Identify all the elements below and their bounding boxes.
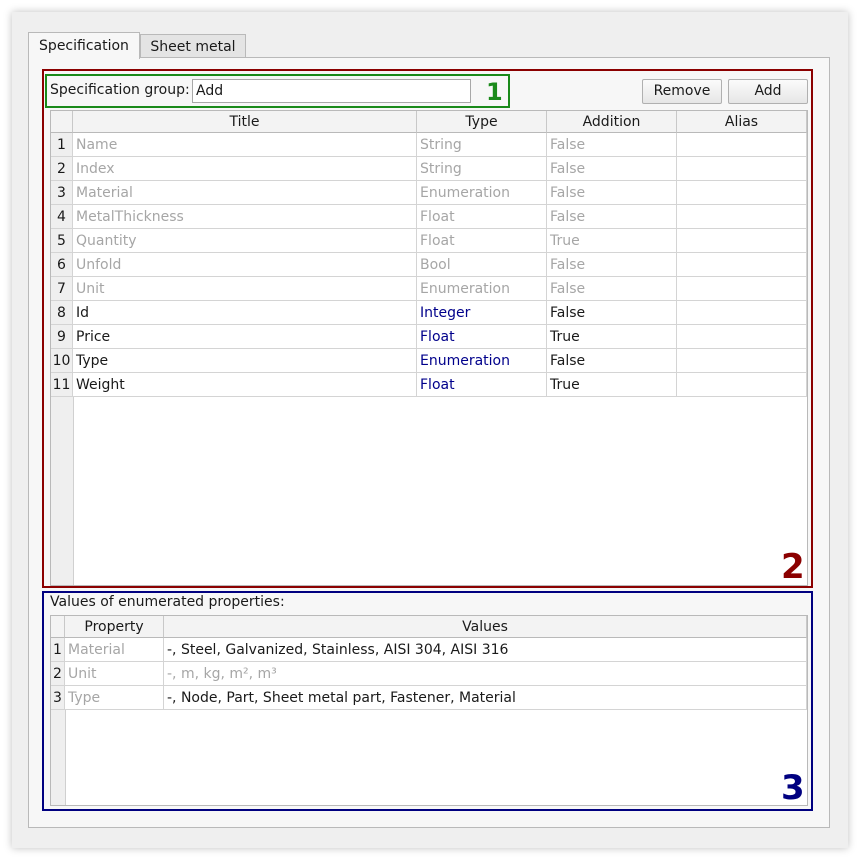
cell-alias[interactable]: [677, 277, 807, 301]
specification-group-input[interactable]: [192, 79, 471, 103]
cell-values[interactable]: -, Steel, Galvanized, Stainless, AISI 30…: [164, 638, 807, 662]
tab-sheet-metal[interactable]: Sheet metal: [140, 34, 246, 58]
cell-alias[interactable]: [677, 205, 807, 229]
cell-title[interactable]: Id: [73, 301, 417, 325]
row-number: 3: [51, 686, 65, 710]
cell-type[interactable]: Enumeration: [417, 181, 547, 205]
row-number: 7: [51, 277, 73, 301]
cell-alias[interactable]: [677, 157, 807, 181]
table-row[interactable]: 1 Material -, Steel, Galvanized, Stainless…: [51, 638, 807, 662]
cell-addition[interactable]: False: [547, 277, 677, 301]
cell-alias[interactable]: [677, 373, 807, 397]
tab-specification[interactable]: Specification: [28, 32, 140, 59]
row-number: 2: [51, 662, 65, 686]
annotation-number-3: 3: [781, 768, 805, 808]
cell-property[interactable]: Type: [65, 686, 164, 710]
cell-addition[interactable]: False: [547, 181, 677, 205]
cell-type[interactable]: Enumeration: [417, 277, 547, 301]
cell-addition[interactable]: False: [547, 133, 677, 157]
table-row[interactable]: 3 Material Enumeration False: [51, 181, 807, 205]
cell-alias[interactable]: [677, 229, 807, 253]
row-number: 11: [51, 373, 73, 397]
cell-property[interactable]: Material: [65, 638, 164, 662]
cell-addition[interactable]: True: [547, 325, 677, 349]
cell-title[interactable]: Quantity: [73, 229, 417, 253]
table-row[interactable]: 2 Unit -, m, kg, m², m³: [51, 662, 807, 686]
annotation-number-2: 2: [781, 547, 805, 587]
cell-type[interactable]: String: [417, 133, 547, 157]
table-row[interactable]: 1 Name String False: [51, 133, 807, 157]
table-row[interactable]: 8 Id Integer False: [51, 301, 807, 325]
row-number: 2: [51, 157, 73, 181]
enum-values-table: Property Values 1 Material -, Steel, Galvani…: [50, 615, 808, 806]
column-header-title[interactable]: Title: [73, 111, 417, 133]
row-number: 4: [51, 205, 73, 229]
table-row[interactable]: 7 Unit Enumeration False: [51, 277, 807, 301]
column-header-alias[interactable]: Alias: [677, 111, 807, 133]
enum-section-label: Values of enumerated properties:: [50, 594, 285, 610]
column-header-property[interactable]: Property: [65, 616, 164, 638]
table-row[interactable]: 10 Type Enumeration False: [51, 349, 807, 373]
cell-type[interactable]: Bool: [417, 253, 547, 277]
annotation-number-1: 1: [486, 78, 503, 106]
cell-type[interactable]: String: [417, 157, 547, 181]
specification-table: Title Type Addition Alias 1 Name String False 2 I…: [50, 110, 808, 586]
add-button[interactable]: Add: [728, 79, 808, 104]
cell-type[interactable]: Integer: [417, 301, 547, 325]
cell-alias[interactable]: [677, 253, 807, 277]
cell-type[interactable]: Float: [417, 373, 547, 397]
cell-title[interactable]: Name: [73, 133, 417, 157]
cell-addition[interactable]: True: [547, 373, 677, 397]
cell-alias[interactable]: [677, 133, 807, 157]
cell-title[interactable]: Type: [73, 349, 417, 373]
table-row[interactable]: 11 Weight Float True: [51, 373, 807, 397]
cell-alias[interactable]: [677, 325, 807, 349]
table-row[interactable]: 3 Type -, Node, Part, Sheet metal part, Fa…: [51, 686, 807, 710]
cell-values[interactable]: -, Node, Part, Sheet metal part, Fastene…: [164, 686, 807, 710]
cell-type[interactable]: Float: [417, 325, 547, 349]
table-row[interactable]: 2 Index String False: [51, 157, 807, 181]
cell-property[interactable]: Unit: [65, 662, 164, 686]
row-number: 1: [51, 133, 73, 157]
cell-title[interactable]: Unit: [73, 277, 417, 301]
cell-type[interactable]: Enumeration: [417, 349, 547, 373]
column-header-addition[interactable]: Addition: [547, 111, 677, 133]
column-header-type[interactable]: Type: [417, 111, 547, 133]
cell-values[interactable]: -, m, kg, m², m³: [164, 662, 807, 686]
cell-alias[interactable]: [677, 301, 807, 325]
remove-button[interactable]: Remove: [642, 79, 722, 104]
cell-addition[interactable]: True: [547, 229, 677, 253]
row-number: 1: [51, 638, 65, 662]
column-header-values[interactable]: Values: [164, 616, 807, 638]
table-row[interactable]: 4 MetalThickness Float False: [51, 205, 807, 229]
cell-alias[interactable]: [677, 349, 807, 373]
cell-alias[interactable]: [677, 181, 807, 205]
row-number: 5: [51, 229, 73, 253]
cell-addition[interactable]: False: [547, 253, 677, 277]
row-number: 9: [51, 325, 73, 349]
cell-addition[interactable]: False: [547, 157, 677, 181]
row-number: 3: [51, 181, 73, 205]
specification-group-label: Specification group:: [50, 82, 190, 98]
row-number: 6: [51, 253, 73, 277]
cell-addition[interactable]: False: [547, 301, 677, 325]
row-number: 10: [51, 349, 73, 373]
table-row[interactable]: 5 Quantity Float True: [51, 229, 807, 253]
cell-type[interactable]: Float: [417, 205, 547, 229]
cell-title[interactable]: Material: [73, 181, 417, 205]
cell-title[interactable]: Unfold: [73, 253, 417, 277]
row-number: 8: [51, 301, 73, 325]
header-corner: [51, 616, 65, 638]
cell-addition[interactable]: False: [547, 205, 677, 229]
table-row[interactable]: 9 Price Float True: [51, 325, 807, 349]
cell-title[interactable]: Price: [73, 325, 417, 349]
cell-type[interactable]: Float: [417, 229, 547, 253]
table-row[interactable]: 6 Unfold Bool False: [51, 253, 807, 277]
cell-addition[interactable]: False: [547, 349, 677, 373]
cell-title[interactable]: Index: [73, 157, 417, 181]
header-corner: [51, 111, 73, 133]
cell-title[interactable]: MetalThickness: [73, 205, 417, 229]
cell-title[interactable]: Weight: [73, 373, 417, 397]
